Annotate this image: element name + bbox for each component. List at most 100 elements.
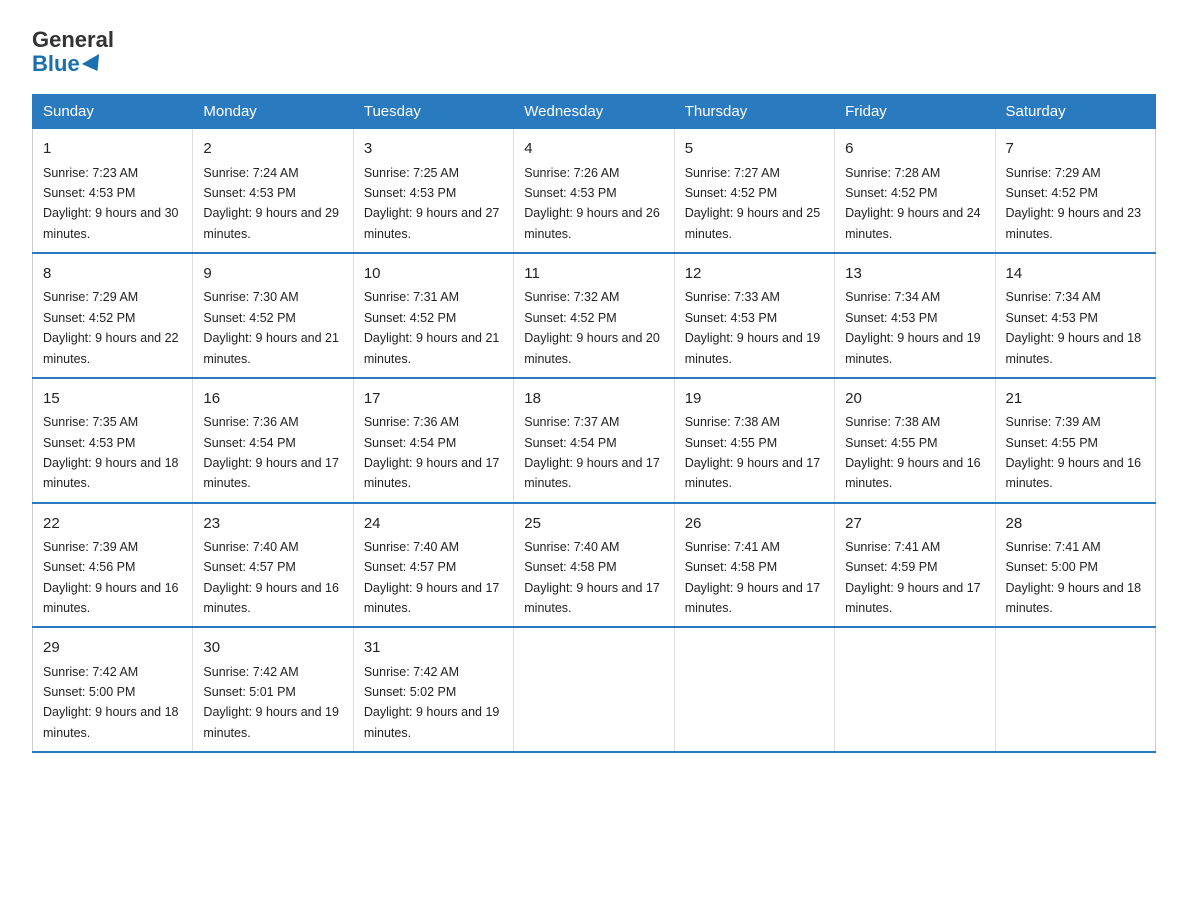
day-number: 9 (203, 262, 342, 285)
calendar-cell (995, 627, 1155, 752)
day-info: Sunrise: 7:31 AMSunset: 4:52 PMDaylight:… (364, 290, 500, 365)
calendar-cell: 2 Sunrise: 7:24 AMSunset: 4:53 PMDayligh… (193, 129, 353, 253)
weekday-header-friday: Friday (835, 95, 995, 129)
logo-general-text: General (32, 28, 114, 52)
calendar-cell: 7 Sunrise: 7:29 AMSunset: 4:52 PMDayligh… (995, 129, 1155, 253)
calendar-cell: 4 Sunrise: 7:26 AMSunset: 4:53 PMDayligh… (514, 129, 674, 253)
day-info: Sunrise: 7:24 AMSunset: 4:53 PMDaylight:… (203, 166, 339, 241)
calendar-cell: 21 Sunrise: 7:39 AMSunset: 4:55 PMDaylig… (995, 378, 1155, 503)
page-header: General Blue (32, 24, 1156, 76)
calendar-cell: 11 Sunrise: 7:32 AMSunset: 4:52 PMDaylig… (514, 253, 674, 378)
day-number: 12 (685, 262, 824, 285)
calendar-cell: 14 Sunrise: 7:34 AMSunset: 4:53 PMDaylig… (995, 253, 1155, 378)
day-number: 31 (364, 636, 503, 659)
day-number: 21 (1006, 387, 1145, 410)
day-number: 20 (845, 387, 984, 410)
day-info: Sunrise: 7:41 AMSunset: 4:59 PMDaylight:… (845, 540, 981, 615)
calendar-cell: 19 Sunrise: 7:38 AMSunset: 4:55 PMDaylig… (674, 378, 834, 503)
calendar-cell (514, 627, 674, 752)
calendar-cell: 22 Sunrise: 7:39 AMSunset: 4:56 PMDaylig… (33, 503, 193, 628)
calendar-cell: 1 Sunrise: 7:23 AMSunset: 4:53 PMDayligh… (33, 129, 193, 253)
day-info: Sunrise: 7:36 AMSunset: 4:54 PMDaylight:… (364, 415, 500, 490)
day-number: 28 (1006, 512, 1145, 535)
calendar-cell: 12 Sunrise: 7:33 AMSunset: 4:53 PMDaylig… (674, 253, 834, 378)
day-info: Sunrise: 7:23 AMSunset: 4:53 PMDaylight:… (43, 166, 179, 241)
day-number: 1 (43, 137, 182, 160)
logo-blue-text: Blue (32, 52, 114, 76)
day-info: Sunrise: 7:34 AMSunset: 4:53 PMDaylight:… (845, 290, 981, 365)
day-number: 24 (364, 512, 503, 535)
calendar-cell: 15 Sunrise: 7:35 AMSunset: 4:53 PMDaylig… (33, 378, 193, 503)
calendar-cell: 13 Sunrise: 7:34 AMSunset: 4:53 PMDaylig… (835, 253, 995, 378)
calendar-table: SundayMondayTuesdayWednesdayThursdayFrid… (32, 94, 1156, 753)
day-number: 13 (845, 262, 984, 285)
calendar-cell (674, 627, 834, 752)
day-info: Sunrise: 7:38 AMSunset: 4:55 PMDaylight:… (685, 415, 821, 490)
day-number: 4 (524, 137, 663, 160)
day-info: Sunrise: 7:42 AMSunset: 5:02 PMDaylight:… (364, 665, 500, 740)
day-info: Sunrise: 7:32 AMSunset: 4:52 PMDaylight:… (524, 290, 660, 365)
day-info: Sunrise: 7:36 AMSunset: 4:54 PMDaylight:… (203, 415, 339, 490)
day-number: 25 (524, 512, 663, 535)
day-info: Sunrise: 7:29 AMSunset: 4:52 PMDaylight:… (43, 290, 179, 365)
calendar-cell: 3 Sunrise: 7:25 AMSunset: 4:53 PMDayligh… (353, 129, 513, 253)
week-row-1: 1 Sunrise: 7:23 AMSunset: 4:53 PMDayligh… (33, 129, 1156, 253)
day-number: 2 (203, 137, 342, 160)
calendar-cell: 8 Sunrise: 7:29 AMSunset: 4:52 PMDayligh… (33, 253, 193, 378)
day-info: Sunrise: 7:35 AMSunset: 4:53 PMDaylight:… (43, 415, 179, 490)
weekday-header-wednesday: Wednesday (514, 95, 674, 129)
day-info: Sunrise: 7:25 AMSunset: 4:53 PMDaylight:… (364, 166, 500, 241)
day-info: Sunrise: 7:42 AMSunset: 5:01 PMDaylight:… (203, 665, 339, 740)
weekday-header-row: SundayMondayTuesdayWednesdayThursdayFrid… (33, 95, 1156, 129)
calendar-cell: 26 Sunrise: 7:41 AMSunset: 4:58 PMDaylig… (674, 503, 834, 628)
weekday-header-tuesday: Tuesday (353, 95, 513, 129)
calendar-cell: 30 Sunrise: 7:42 AMSunset: 5:01 PMDaylig… (193, 627, 353, 752)
day-number: 23 (203, 512, 342, 535)
logo: General Blue (32, 28, 114, 76)
day-number: 27 (845, 512, 984, 535)
calendar-cell (835, 627, 995, 752)
week-row-2: 8 Sunrise: 7:29 AMSunset: 4:52 PMDayligh… (33, 253, 1156, 378)
calendar-cell: 20 Sunrise: 7:38 AMSunset: 4:55 PMDaylig… (835, 378, 995, 503)
day-info: Sunrise: 7:39 AMSunset: 4:56 PMDaylight:… (43, 540, 179, 615)
day-number: 8 (43, 262, 182, 285)
day-number: 26 (685, 512, 824, 535)
calendar-cell: 5 Sunrise: 7:27 AMSunset: 4:52 PMDayligh… (674, 129, 834, 253)
calendar-cell: 28 Sunrise: 7:41 AMSunset: 5:00 PMDaylig… (995, 503, 1155, 628)
day-number: 16 (203, 387, 342, 410)
day-number: 18 (524, 387, 663, 410)
weekday-header-saturday: Saturday (995, 95, 1155, 129)
calendar-cell: 29 Sunrise: 7:42 AMSunset: 5:00 PMDaylig… (33, 627, 193, 752)
day-number: 6 (845, 137, 984, 160)
week-row-4: 22 Sunrise: 7:39 AMSunset: 4:56 PMDaylig… (33, 503, 1156, 628)
day-number: 7 (1006, 137, 1145, 160)
day-number: 30 (203, 636, 342, 659)
calendar-cell: 17 Sunrise: 7:36 AMSunset: 4:54 PMDaylig… (353, 378, 513, 503)
calendar-cell: 23 Sunrise: 7:40 AMSunset: 4:57 PMDaylig… (193, 503, 353, 628)
day-info: Sunrise: 7:41 AMSunset: 5:00 PMDaylight:… (1006, 540, 1142, 615)
calendar-cell: 18 Sunrise: 7:37 AMSunset: 4:54 PMDaylig… (514, 378, 674, 503)
day-number: 15 (43, 387, 182, 410)
day-info: Sunrise: 7:29 AMSunset: 4:52 PMDaylight:… (1006, 166, 1142, 241)
day-number: 19 (685, 387, 824, 410)
calendar-cell: 24 Sunrise: 7:40 AMSunset: 4:57 PMDaylig… (353, 503, 513, 628)
day-number: 14 (1006, 262, 1145, 285)
calendar-cell: 27 Sunrise: 7:41 AMSunset: 4:59 PMDaylig… (835, 503, 995, 628)
week-row-3: 15 Sunrise: 7:35 AMSunset: 4:53 PMDaylig… (33, 378, 1156, 503)
day-number: 11 (524, 262, 663, 285)
day-info: Sunrise: 7:33 AMSunset: 4:53 PMDaylight:… (685, 290, 821, 365)
day-number: 22 (43, 512, 182, 535)
day-info: Sunrise: 7:41 AMSunset: 4:58 PMDaylight:… (685, 540, 821, 615)
day-number: 10 (364, 262, 503, 285)
calendar-cell: 10 Sunrise: 7:31 AMSunset: 4:52 PMDaylig… (353, 253, 513, 378)
day-number: 3 (364, 137, 503, 160)
day-info: Sunrise: 7:40 AMSunset: 4:57 PMDaylight:… (203, 540, 339, 615)
day-info: Sunrise: 7:27 AMSunset: 4:52 PMDaylight:… (685, 166, 821, 241)
calendar-cell: 31 Sunrise: 7:42 AMSunset: 5:02 PMDaylig… (353, 627, 513, 752)
day-info: Sunrise: 7:34 AMSunset: 4:53 PMDaylight:… (1006, 290, 1142, 365)
day-info: Sunrise: 7:28 AMSunset: 4:52 PMDaylight:… (845, 166, 981, 241)
logo-arrow-icon (82, 54, 106, 76)
day-number: 29 (43, 636, 182, 659)
day-info: Sunrise: 7:40 AMSunset: 4:58 PMDaylight:… (524, 540, 660, 615)
weekday-header-sunday: Sunday (33, 95, 193, 129)
